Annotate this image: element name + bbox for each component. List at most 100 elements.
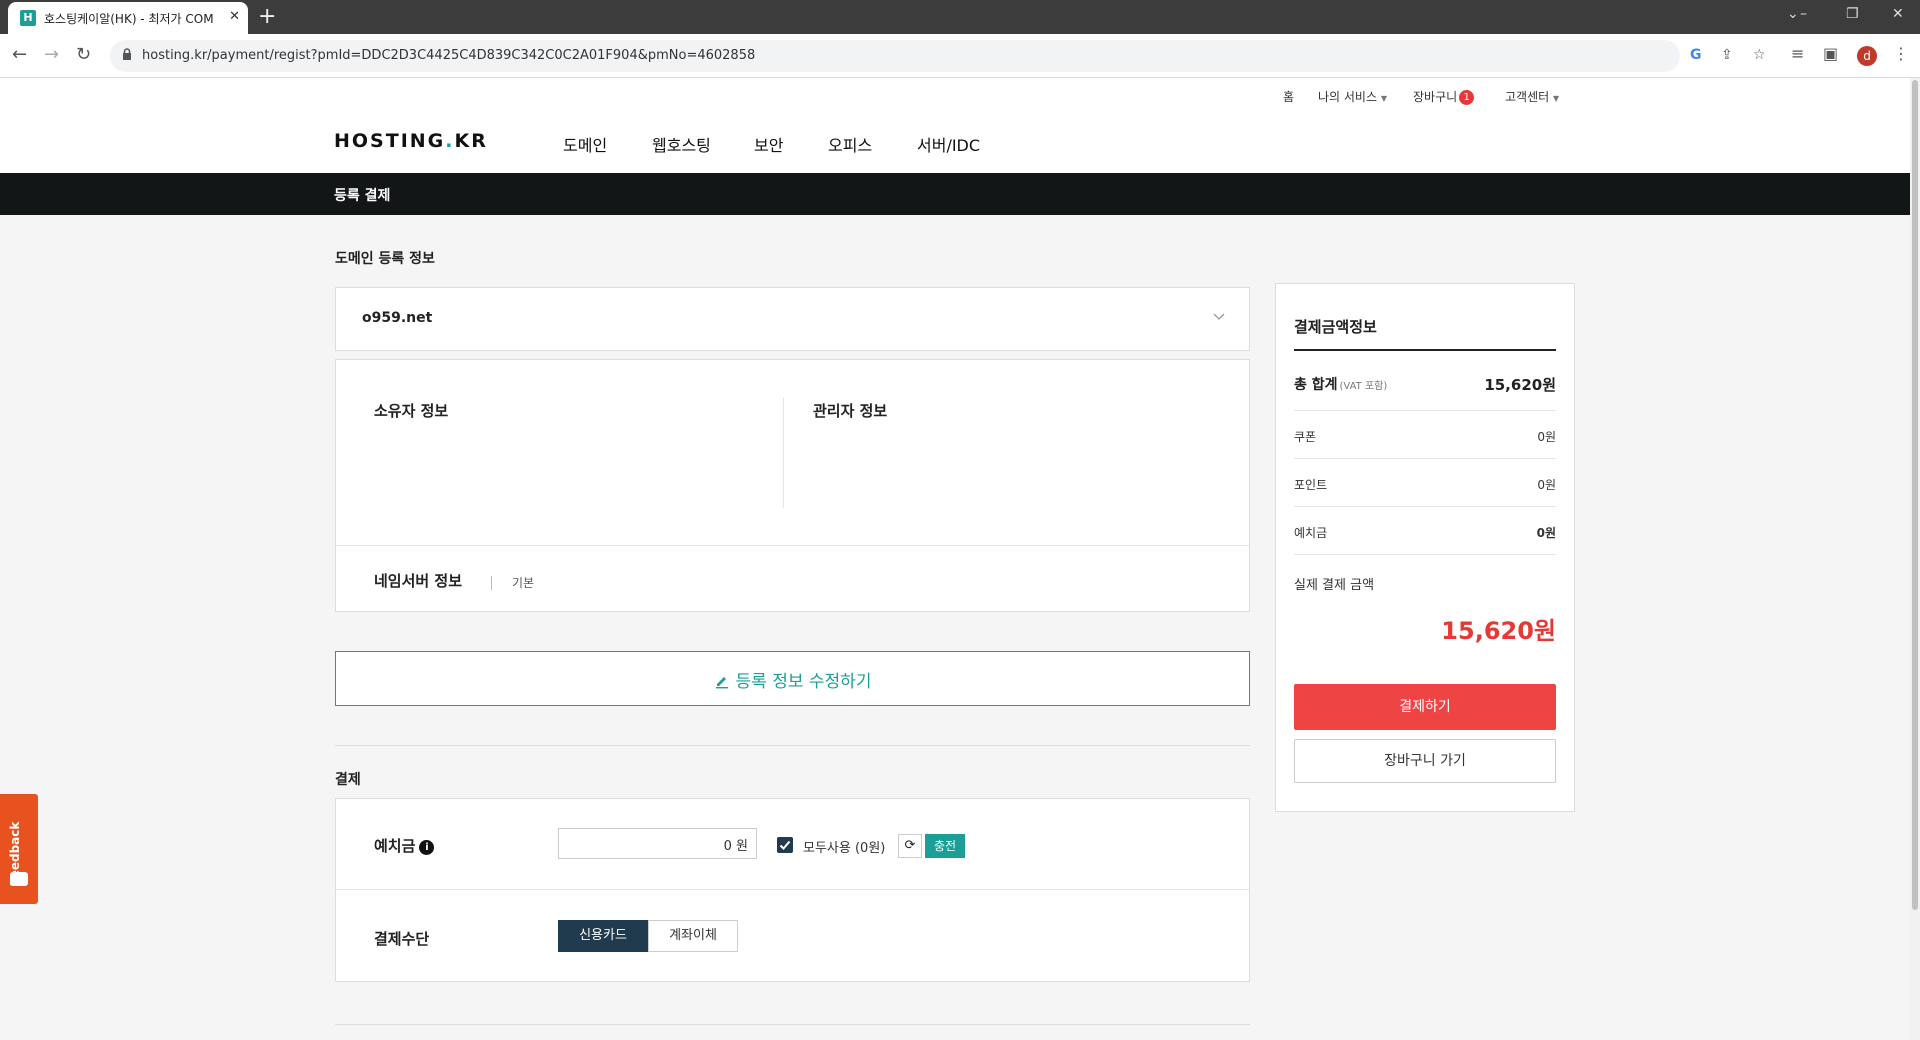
page-title-bar: 등록 결제 — [0, 173, 1910, 215]
domain-select[interactable]: o959.net — [335, 287, 1250, 351]
nameserver-row: 네임서버 정보 기본 — [336, 546, 1249, 611]
total-note: (VAT 포함) — [1339, 381, 1388, 392]
use-all-label[interactable]: 모두사용 (0원) — [803, 837, 885, 856]
logo-main: HOSTING — [334, 130, 446, 152]
nameserver-value: 기본 — [512, 576, 535, 590]
coupon-value: 0원 — [1537, 430, 1556, 444]
share-icon[interactable]: ⇪ — [1721, 47, 1733, 63]
method-bank-transfer[interactable]: 계좌이체 — [648, 920, 738, 952]
nameserver-title: 네임서버 정보 — [374, 572, 463, 590]
payment-method-row: 결제수단 신용카드 계좌이체 — [335, 889, 1250, 982]
util-home-link[interactable]: 홈 — [1283, 88, 1294, 105]
pencil-icon — [715, 677, 728, 689]
profile-avatar[interactable]: d — [1857, 46, 1877, 66]
reading-list-icon[interactable]: ≡ — [1791, 44, 1804, 63]
page-title: 등록 결제 — [334, 188, 391, 204]
payment-section-label: 결제 — [335, 772, 361, 788]
pay-button[interactable]: 결제하기 — [1294, 684, 1556, 730]
contact-info-card: 소유자 정보 관리자 정보 네임서버 정보 기본 — [335, 359, 1250, 612]
gnb-office[interactable]: 오피스 — [828, 132, 872, 156]
reload-icon[interactable]: ↻ — [76, 44, 91, 65]
payment-summary-panel: 결제금액정보 총 합계 (VAT 포함) 15,620원 쿠폰 0원 포인트 0원… — [1275, 283, 1575, 812]
separator — [491, 576, 492, 590]
util-support[interactable]: 고객센터 ▼ — [1505, 88, 1559, 105]
util-my-services[interactable]: 나의 서비스 ▼ — [1318, 88, 1387, 105]
total-label-wrap: 총 합계 (VAT 포함) — [1294, 377, 1387, 393]
divider — [783, 398, 784, 508]
caret-down-icon: ▼ — [1380, 94, 1387, 103]
edit-button-content: 등록 정보 수정하기 — [336, 667, 1249, 692]
total-label: 총 합계 — [1294, 377, 1338, 393]
util-cart-link[interactable]: 장바구니 1 — [1413, 88, 1475, 105]
address-bar[interactable]: hosting.kr/payment/regist?pmId=DDC2D3C44… — [110, 40, 1766, 72]
scrollbar-thumb[interactable] — [1912, 80, 1918, 910]
restore-button[interactable]: ❐ — [1846, 6, 1859, 22]
summary-title: 결제금액정보 — [1294, 318, 1377, 336]
forward-arrow-icon[interactable]: → — [44, 44, 59, 65]
gnb-security[interactable]: 보안 — [754, 132, 783, 156]
browser-toolbar: ← → ↻ hosting.kr/payment/regist?pmId=DDC… — [0, 34, 1920, 78]
owner-info-title: 소유자 정보 — [374, 402, 449, 420]
vertical-scrollbar[interactable] — [1910, 78, 1920, 1040]
browser-tab[interactable]: H 호스팅케이알(HK) - 최저가 COM ✕ — [8, 2, 248, 34]
point-row: 포인트 0원 — [1294, 476, 1556, 493]
menu-kebab-icon[interactable]: ⋮ — [1893, 44, 1909, 63]
side-panel-icon[interactable]: ▣ — [1823, 44, 1838, 63]
support-label: 고객센터 — [1505, 90, 1550, 104]
charge-button[interactable]: 충전 — [925, 834, 965, 858]
bookmark-star-icon[interactable]: ☆ — [1753, 47, 1766, 63]
url-text: hosting.kr/payment/regist?pmId=DDC2D3C44… — [142, 48, 756, 63]
my-services-label: 나의 서비스 — [1318, 90, 1378, 104]
feedback-tab[interactable]: Feedback — [0, 794, 38, 904]
feedback-chat-icon — [10, 872, 28, 886]
site-header: 홈 나의 서비스 ▼ 장바구니 1 고객센터 ▼ HOSTING.KR 도메인 웹… — [0, 78, 1910, 173]
info-icon[interactable]: i — [419, 840, 435, 855]
divider — [1294, 506, 1556, 507]
coupon-label: 쿠폰 — [1294, 430, 1317, 444]
tab-search-icon[interactable]: ⌄ — [1787, 6, 1799, 22]
gnb-domain[interactable]: 도메인 — [563, 132, 607, 156]
back-arrow-icon[interactable]: ← — [12, 44, 27, 65]
divider — [1294, 349, 1556, 351]
deposit-row: 예치금 i 0 원 모두사용 (0원) ⟳ 충전 — [335, 798, 1250, 890]
browser-tabstrip: H 호스팅케이알(HK) - 최저가 COM ✕ + ⌄ – ❐ ✕ — [0, 0, 1920, 34]
deposit-label-wrap: 예치금 i — [374, 835, 435, 856]
edit-button-label: 등록 정보 수정하기 — [735, 672, 872, 692]
final-amount-label: 실제 결제 금액 — [1294, 578, 1375, 593]
point-value: 0원 — [1537, 478, 1556, 492]
google-icon[interactable]: G — [1690, 47, 1702, 63]
lock-icon — [123, 48, 131, 60]
gnb-webhosting[interactable]: 웹호스팅 — [652, 132, 711, 156]
refresh-icon[interactable]: ⟳ — [898, 834, 922, 858]
chevron-down-icon — [1213, 313, 1225, 320]
total-row: 총 합계 (VAT 포함) 15,620원 — [1294, 374, 1556, 394]
domain-name: o959.net — [362, 310, 433, 326]
divider — [1294, 554, 1556, 555]
method-credit-card[interactable]: 신용카드 — [558, 920, 648, 952]
minimize-button[interactable]: – — [1800, 6, 1807, 22]
domain-section-label: 도메인 등록 정보 — [335, 251, 435, 267]
caret-down-icon: ▼ — [1553, 94, 1560, 103]
page-viewport: 홈 나의 서비스 ▼ 장바구니 1 고객센터 ▼ HOSTING.KR 도메인 웹… — [0, 78, 1910, 1040]
tab-title: 호스팅케이알(HK) - 최저가 COM — [44, 12, 214, 26]
use-all-checkbox[interactable] — [777, 837, 793, 853]
edit-registration-button[interactable]: 등록 정보 수정하기 — [335, 651, 1250, 706]
section-divider — [335, 745, 1250, 746]
site-logo[interactable]: HOSTING.KR — [334, 130, 488, 152]
logo-suffix: KR — [454, 130, 488, 152]
close-tab-icon[interactable]: ✕ — [229, 9, 240, 24]
total-value: 15,620원 — [1484, 376, 1556, 394]
deposit-amount-input[interactable]: 0 원 — [558, 828, 757, 859]
go-to-cart-button[interactable]: 장바구니 가기 — [1294, 739, 1556, 783]
cart-count-badge: 1 — [1459, 90, 1475, 105]
gnb-server-idc[interactable]: 서버/IDC — [917, 132, 980, 156]
cart-label: 장바구니 — [1413, 90, 1458, 104]
section-divider — [335, 1024, 1250, 1025]
coupon-row: 쿠폰 0원 — [1294, 428, 1556, 445]
deposit-summary-label: 예치금 — [1294, 526, 1328, 540]
payment-method-label: 결제수단 — [374, 930, 430, 948]
divider — [1294, 410, 1556, 411]
close-window-button[interactable]: ✕ — [1892, 6, 1904, 22]
new-tab-button[interactable]: + — [258, 4, 276, 29]
admin-info-title: 관리자 정보 — [813, 402, 888, 420]
